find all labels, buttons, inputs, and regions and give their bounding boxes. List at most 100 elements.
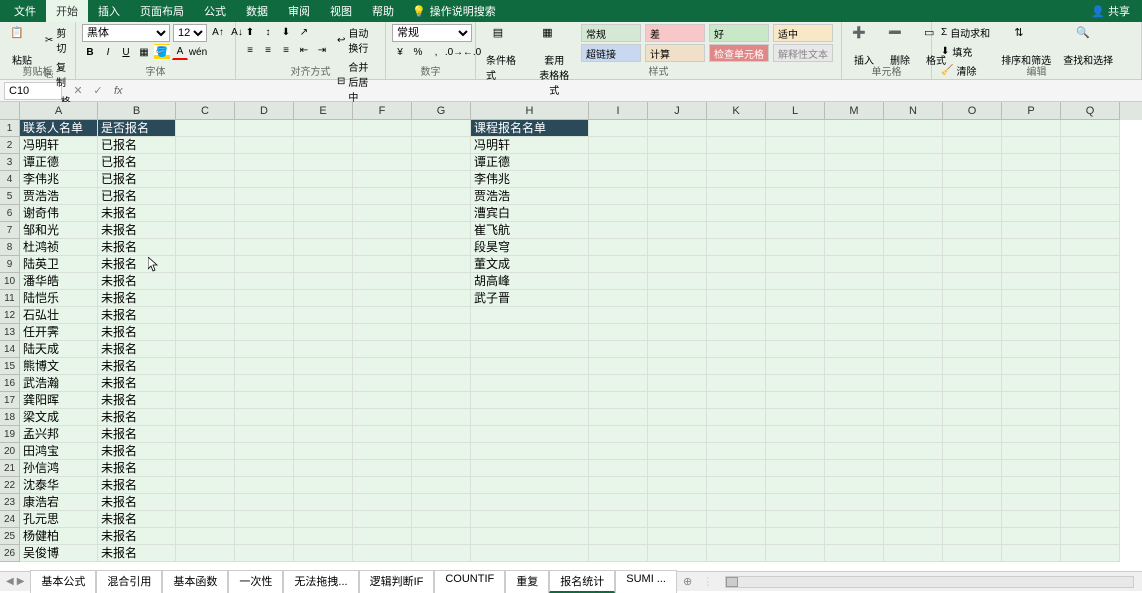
cell[interactable]	[176, 256, 235, 273]
cell[interactable]	[825, 545, 884, 562]
cell[interactable]	[294, 324, 353, 341]
cell[interactable]: 董文成	[471, 256, 589, 273]
cell[interactable]	[707, 171, 766, 188]
cell[interactable]	[943, 154, 1002, 171]
cell[interactable]: 未报名	[98, 307, 176, 324]
sheet-tab[interactable]: 一次性	[228, 570, 283, 593]
col-header-M[interactable]: M	[825, 102, 884, 120]
cell[interactable]	[235, 545, 294, 562]
cell[interactable]	[1002, 511, 1061, 528]
col-header-C[interactable]: C	[176, 102, 235, 120]
cell[interactable]	[648, 375, 707, 392]
cell[interactable]	[1002, 222, 1061, 239]
row-header[interactable]: 6	[0, 205, 20, 222]
font-name-select[interactable]: 黑体	[82, 24, 170, 42]
cell[interactable]	[294, 409, 353, 426]
cell[interactable]	[1002, 137, 1061, 154]
cell[interactable]	[471, 392, 589, 409]
cell[interactable]	[1061, 273, 1120, 290]
cell[interactable]	[766, 239, 825, 256]
cell[interactable]	[589, 307, 648, 324]
cell[interactable]	[648, 392, 707, 409]
cell[interactable]	[766, 137, 825, 154]
cell[interactable]	[589, 256, 648, 273]
share-button[interactable]: 👤 共享	[1083, 3, 1138, 19]
cell[interactable]	[884, 205, 943, 222]
cell[interactable]	[1002, 307, 1061, 324]
cell[interactable]	[176, 120, 235, 137]
increase-font-button[interactable]: A↑	[210, 24, 226, 40]
cell[interactable]	[707, 511, 766, 528]
cell[interactable]	[884, 256, 943, 273]
cell[interactable]: 梁文成	[20, 409, 98, 426]
wrap-text-button[interactable]: ↩自动换行	[334, 24, 379, 56]
cell[interactable]: 未报名	[98, 222, 176, 239]
cell[interactable]	[766, 443, 825, 460]
col-header-Q[interactable]: Q	[1061, 102, 1120, 120]
cell[interactable]	[1061, 477, 1120, 494]
row-header[interactable]: 13	[0, 324, 20, 341]
cell[interactable]	[884, 528, 943, 545]
cell[interactable]: 未报名	[98, 545, 176, 562]
cell[interactable]	[1061, 511, 1120, 528]
indent-inc-button[interactable]: ⇥	[314, 42, 330, 58]
cell[interactable]	[294, 375, 353, 392]
cell[interactable]	[648, 460, 707, 477]
row-header[interactable]: 23	[0, 494, 20, 511]
row-header[interactable]: 19	[0, 426, 20, 443]
cell[interactable]: 已报名	[98, 171, 176, 188]
cell[interactable]	[471, 324, 589, 341]
cell[interactable]: 杨健柏	[20, 528, 98, 545]
cell[interactable]	[766, 341, 825, 358]
cell[interactable]	[1061, 324, 1120, 341]
cell[interactable]	[648, 205, 707, 222]
cell[interactable]	[353, 341, 412, 358]
row-header[interactable]: 17	[0, 392, 20, 409]
cell[interactable]	[471, 494, 589, 511]
currency-button[interactable]: ¥	[392, 44, 408, 60]
cell[interactable]	[648, 341, 707, 358]
cell[interactable]	[648, 256, 707, 273]
cell[interactable]	[1061, 358, 1120, 375]
cell[interactable]	[943, 120, 1002, 137]
cell[interactable]	[1002, 375, 1061, 392]
cell[interactable]	[1002, 273, 1061, 290]
cell[interactable]	[648, 273, 707, 290]
cell[interactable]	[707, 307, 766, 324]
cell[interactable]	[1061, 341, 1120, 358]
cell[interactable]	[825, 494, 884, 511]
cell[interactable]	[353, 290, 412, 307]
tab-next-button[interactable]: ▶	[17, 576, 25, 587]
cell[interactable]	[176, 494, 235, 511]
cell[interactable]	[176, 205, 235, 222]
col-header-L[interactable]: L	[766, 102, 825, 120]
cell[interactable]	[589, 494, 648, 511]
row-header[interactable]: 24	[0, 511, 20, 528]
col-header-K[interactable]: K	[707, 102, 766, 120]
cell[interactable]	[766, 528, 825, 545]
cell[interactable]	[825, 528, 884, 545]
cell[interactable]	[766, 120, 825, 137]
col-header-A[interactable]: A	[20, 102, 98, 120]
cell[interactable]: 未报名	[98, 443, 176, 460]
cell[interactable]	[471, 443, 589, 460]
menu-formula[interactable]: 公式	[194, 0, 236, 22]
cell[interactable]	[235, 477, 294, 494]
cell[interactable]	[412, 256, 471, 273]
cell[interactable]	[707, 528, 766, 545]
cell[interactable]	[707, 341, 766, 358]
cell[interactable]	[1002, 460, 1061, 477]
cell[interactable]	[943, 443, 1002, 460]
cell[interactable]	[1002, 409, 1061, 426]
cell[interactable]	[412, 511, 471, 528]
cell[interactable]	[471, 358, 589, 375]
cell[interactable]	[589, 443, 648, 460]
cell[interactable]	[648, 358, 707, 375]
cell[interactable]	[943, 324, 1002, 341]
cell[interactable]	[1061, 494, 1120, 511]
cell[interactable]	[1061, 205, 1120, 222]
cell[interactable]	[707, 409, 766, 426]
cell[interactable]	[471, 426, 589, 443]
cell[interactable]	[353, 154, 412, 171]
style-swatch[interactable]: 适中	[773, 24, 833, 42]
